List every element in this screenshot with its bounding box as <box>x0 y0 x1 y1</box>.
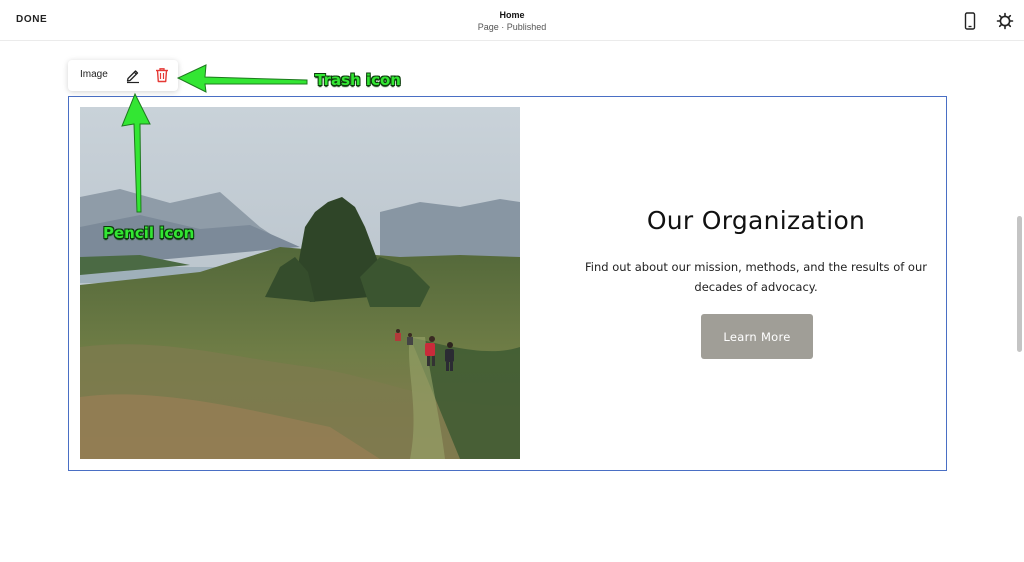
section-image[interactable] <box>80 107 520 459</box>
gear-icon[interactable] <box>995 11 1015 31</box>
mobile-phone-icon[interactable] <box>962 11 978 31</box>
page-info: Home Page · Published <box>0 9 1024 33</box>
editor-top-bar: DONE Home Page · Published <box>0 0 1024 41</box>
page-status: Page · Published <box>477 22 547 32</box>
trash-icon-annotation: Trash icon <box>315 71 401 89</box>
pencil-icon-annotation: Pencil icon <box>103 224 195 242</box>
scrollbar-thumb[interactable] <box>1017 216 1022 352</box>
trash-annotation-arrow <box>176 64 308 93</box>
section-description[interactable]: Find out about our mission, methods, and… <box>580 257 932 297</box>
page-scrollbar[interactable] <box>1014 41 1024 562</box>
pencil-icon[interactable] <box>124 66 142 84</box>
page-title: Home <box>499 10 525 20</box>
learn-more-button[interactable]: Learn More <box>701 314 813 359</box>
block-type-label: Image <box>80 69 108 80</box>
section-title[interactable]: Our Organization <box>530 206 982 235</box>
trash-icon[interactable] <box>153 66 171 84</box>
